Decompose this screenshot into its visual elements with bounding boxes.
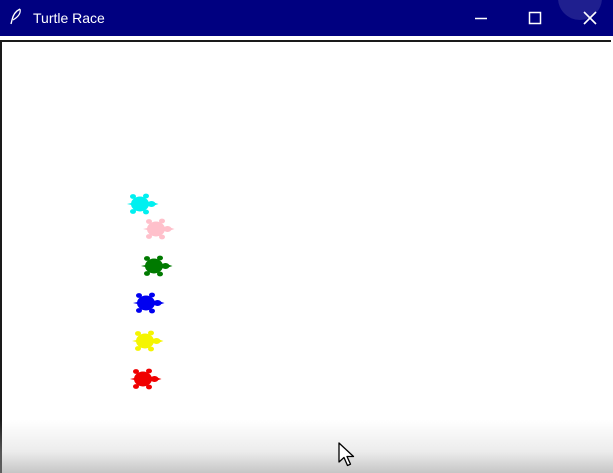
minimize-button[interactable]: [458, 0, 504, 36]
arrow-cursor-icon: [338, 442, 355, 467]
close-icon: [583, 11, 597, 25]
close-button[interactable]: [567, 0, 613, 36]
turtle-blue: [133, 292, 165, 314]
turtle-red: [130, 368, 162, 390]
maximize-button[interactable]: [512, 0, 558, 36]
turtle-pink: [143, 218, 175, 240]
feather-icon: [10, 8, 21, 25]
window-title: Turtle Race: [33, 10, 105, 26]
turtle-canvas[interactable]: [0, 40, 611, 473]
title-bar[interactable]: Turtle Race: [0, 0, 613, 36]
maximize-icon: [528, 11, 542, 25]
turtle-race-window: Turtle Race: [0, 0, 613, 473]
minimize-icon: [475, 17, 487, 20]
turtle-green: [141, 255, 173, 277]
turtle-cyan: [127, 193, 159, 215]
turtle-yellow: [132, 330, 164, 352]
